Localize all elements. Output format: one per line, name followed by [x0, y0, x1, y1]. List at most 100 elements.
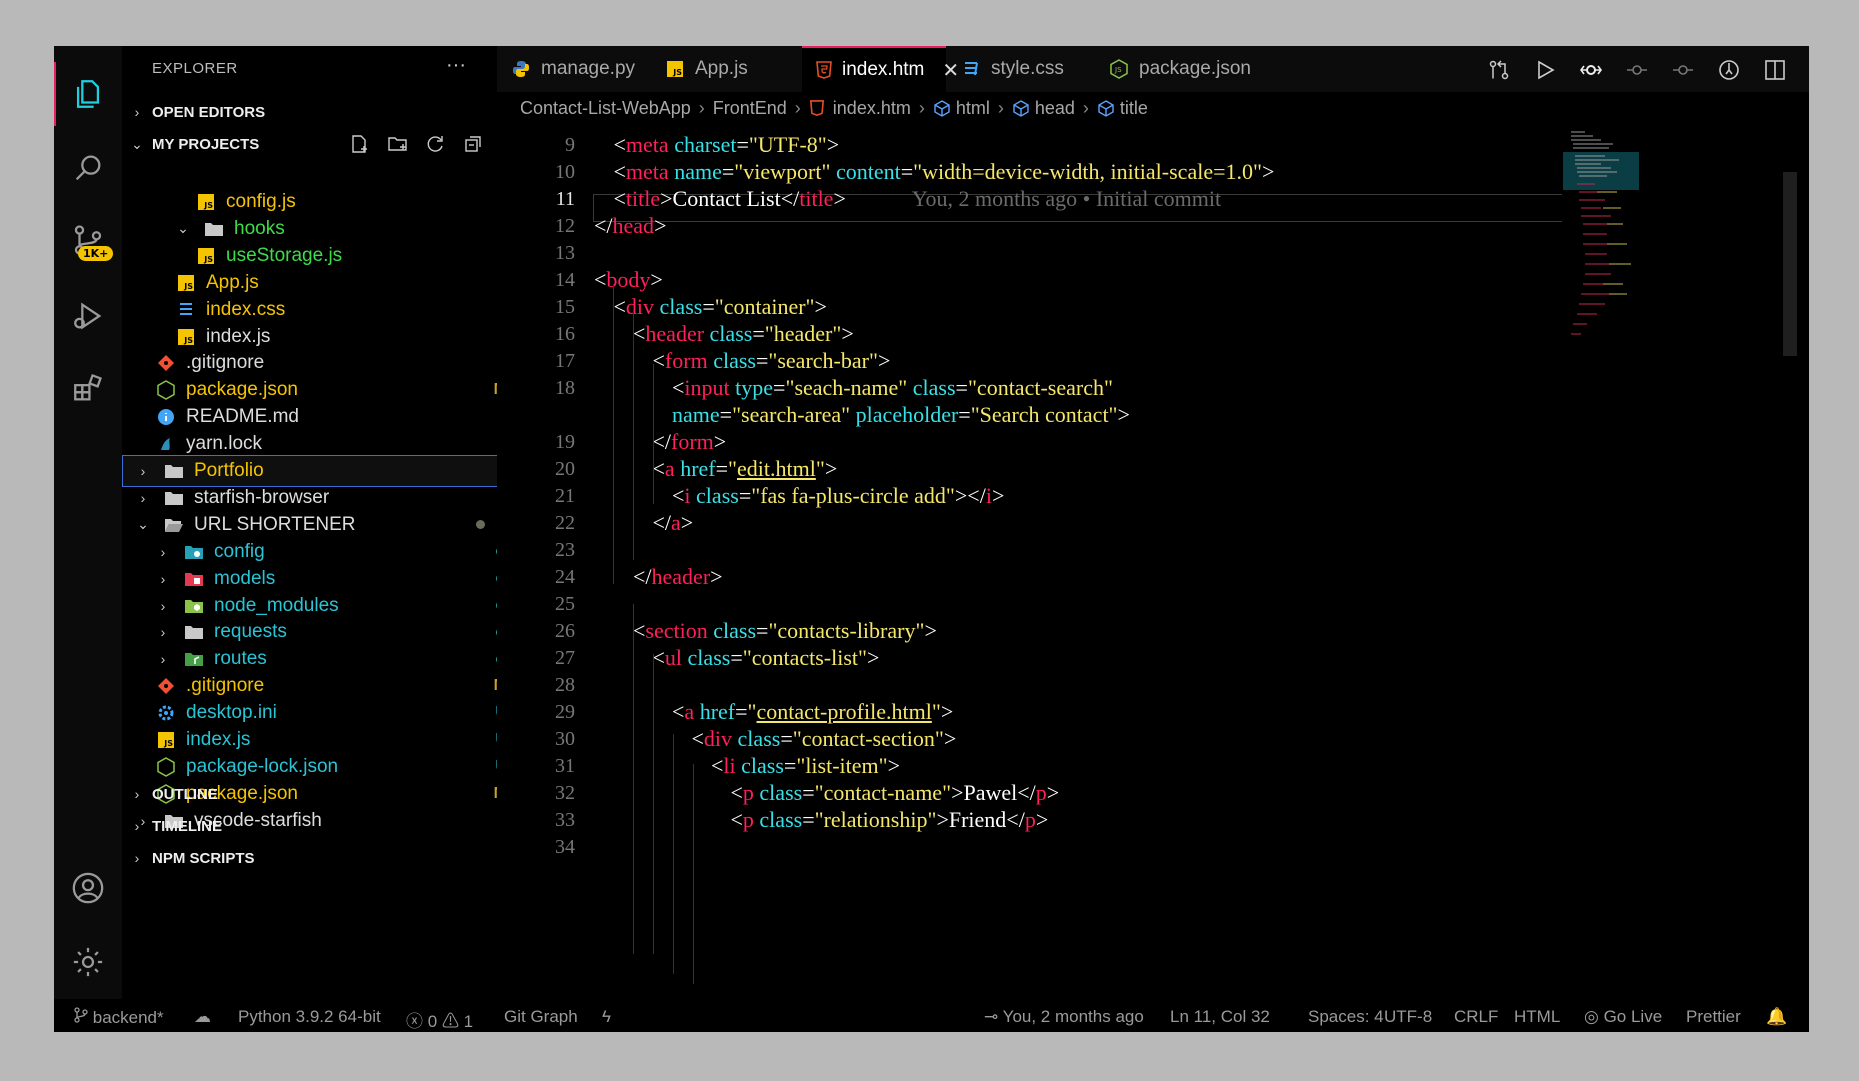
- breadcrumb-item[interactable]: title: [1120, 98, 1148, 119]
- code-line[interactable]: <a href="edit.html">: [653, 456, 838, 482]
- code-line[interactable]: <p class="relationship">Friend</p>: [731, 807, 1049, 833]
- code-line[interactable]: <header class="header">: [633, 321, 854, 347]
- breadcrumb-item[interactable]: FrontEnd: [713, 98, 787, 119]
- tree-item-label: package-lock.json: [186, 755, 339, 777]
- tab-label: index.htm: [842, 59, 925, 80]
- code-line[interactable]: <title>Contact List</title> You, 2 months…: [614, 186, 1222, 212]
- line-number: 23: [555, 539, 575, 561]
- tree-item-label: useStorage.js: [226, 244, 343, 266]
- status-problems[interactable]: ⓧ 0 ⚠ 1: [406, 1007, 473, 1032]
- vertical-scrollbar[interactable]: [1783, 172, 1797, 356]
- section-timeline[interactable]: › TIMELINE: [122, 810, 497, 842]
- code-line[interactable]: <ul class="contacts-list">: [653, 645, 880, 671]
- split-editor-icon[interactable]: [1763, 58, 1787, 82]
- tree-item-label: index.css: [206, 298, 286, 320]
- code-line[interactable]: <div class="container">: [614, 294, 827, 320]
- tab-manage-py[interactable]: manage.py: [497, 46, 675, 92]
- extensions-icon[interactable]: [54, 356, 122, 420]
- search-icon[interactable]: [54, 136, 122, 200]
- sync-icon[interactable]: ☁: [194, 1007, 211, 1027]
- run-debug-icon[interactable]: [54, 284, 122, 348]
- refresh-icon[interactable]: [425, 134, 447, 154]
- code-line[interactable]: </a>: [653, 510, 694, 536]
- line-number: 19: [555, 431, 575, 453]
- section-label: MY PROJECTS: [152, 135, 260, 153]
- tab-style-css[interactable]: style.css: [947, 46, 1093, 92]
- explorer-more-button[interactable]: ···: [446, 54, 466, 77]
- status-blame[interactable]: ⊸ You, 2 months ago: [984, 1007, 1144, 1027]
- code-line[interactable]: <input type="seach-name" class="contact-…: [672, 375, 1113, 401]
- section-my-projects[interactable]: ⌄ MY PROJECTS: [122, 128, 497, 160]
- breadcrumb-item[interactable]: Contact-List-WebApp: [520, 98, 691, 119]
- code-line[interactable]: <p class="contact-name">Pawel</p>: [731, 780, 1060, 806]
- timeline-icon[interactable]: [1717, 58, 1741, 82]
- section-open-editors[interactable]: › OPEN EDITORS: [122, 96, 497, 128]
- code-line[interactable]: <i class="fas fa-plus-circle add"></i>: [672, 483, 1004, 509]
- status-indentation[interactable]: Spaces: 4: [1308, 1007, 1384, 1027]
- status-branch[interactable]: backend*: [74, 1007, 164, 1028]
- section-npm-scripts[interactable]: › NPM SCRIPTS: [122, 842, 497, 874]
- source-control-icon[interactable]: 1K+: [54, 208, 122, 272]
- status-eol[interactable]: CRLF: [1454, 1007, 1498, 1027]
- code-line[interactable]: <div class="contact-section">: [692, 726, 957, 752]
- tab-package-json[interactable]: JS package.json: [1095, 46, 1255, 92]
- status-git-graph[interactable]: Git Graph: [504, 1007, 578, 1027]
- new-file-icon[interactable]: [349, 134, 371, 154]
- account-icon[interactable]: [54, 856, 122, 920]
- code-line[interactable]: </form>: [653, 429, 727, 455]
- notifications-bell-icon[interactable]: 🔔: [1766, 1007, 1787, 1027]
- code-line[interactable]: <form class="search-bar">: [653, 348, 891, 374]
- git-commit-prev-icon[interactable]: [1625, 58, 1649, 82]
- code-editor[interactable]: 9 <meta charset="UTF-8"> 10 <meta name="vie…: [497, 124, 1809, 999]
- status-encoding[interactable]: UTF-8: [1384, 1007, 1432, 1027]
- broadcast-icon: ◎: [1584, 1007, 1599, 1026]
- tab-index-htm[interactable]: index.htm ✕: [802, 46, 959, 92]
- tree-item-label: hooks: [234, 217, 285, 239]
- open-changes-icon[interactable]: [1487, 58, 1511, 82]
- info-icon: [156, 407, 176, 427]
- code-line[interactable]: </head>: [594, 213, 666, 239]
- chevron-right-icon: ›: [997, 97, 1004, 118]
- run-icon[interactable]: [1533, 58, 1557, 82]
- code-line[interactable]: <section class="contacts-library">: [633, 618, 937, 644]
- chevron-right-icon: ›: [698, 97, 705, 118]
- line-number: 11: [555, 188, 575, 210]
- line-number: 29: [555, 701, 575, 723]
- status-go-live[interactable]: ◎ Go Live: [1584, 1007, 1662, 1027]
- yarn-icon: [156, 434, 176, 454]
- settings-gear-icon[interactable]: [54, 930, 122, 994]
- collapse-all-icon[interactable]: [463, 134, 485, 154]
- status-cursor-position[interactable]: Ln 11, Col 32: [1170, 1007, 1270, 1027]
- code-line[interactable]: <a href="contact-profile.html">: [672, 699, 953, 725]
- status-prettier[interactable]: Prettier: [1686, 1007, 1741, 1027]
- breadcrumb-item[interactable]: index.htm: [833, 98, 911, 119]
- code-line[interactable]: <meta name="viewport" content="width=dev…: [614, 159, 1275, 185]
- tree-item-label: starfish-browser: [194, 486, 330, 508]
- nodejs-icon: JS: [1109, 59, 1129, 79]
- git-compare-icon[interactable]: [1579, 58, 1603, 82]
- section-label: OUTLINE: [152, 785, 218, 803]
- minimap[interactable]: [1563, 124, 1639, 364]
- breadcrumb: Contact-List-WebApp › FrontEnd › index.h…: [497, 92, 1809, 124]
- explorer-title: EXPLORER: [152, 60, 238, 77]
- status-python[interactable]: Python 3.9.2 64-bit: [238, 1007, 381, 1027]
- chevron-right-icon: ›: [160, 651, 166, 668]
- code-line[interactable]: name="search-area" placeholder="Search c…: [672, 402, 1130, 428]
- git-status-dot: [476, 520, 485, 530]
- tree-item-label: .gitignore: [186, 352, 265, 374]
- section-outline[interactable]: › OUTLINE: [122, 778, 497, 810]
- code-line[interactable]: <li class="list-item">: [711, 753, 900, 779]
- lightning-icon[interactable]: ϟ: [602, 1007, 611, 1027]
- explorer-icon[interactable]: [54, 62, 122, 126]
- new-folder-icon[interactable]: [387, 134, 409, 154]
- breadcrumb-item[interactable]: head: [1035, 98, 1075, 119]
- breadcrumb-item[interactable]: html: [956, 98, 990, 119]
- code-line[interactable]: <meta charset="UTF-8">: [614, 132, 840, 158]
- chevron-right-icon: ›: [160, 543, 166, 560]
- code-line[interactable]: <body>: [594, 267, 663, 293]
- status-language[interactable]: HTML: [1514, 1007, 1560, 1027]
- tab-app-js[interactable]: JS App.js: [651, 46, 801, 92]
- code-line[interactable]: </header>: [633, 564, 723, 590]
- tree-item-label: models: [214, 567, 276, 589]
- git-commit-next-icon[interactable]: [1671, 58, 1695, 82]
